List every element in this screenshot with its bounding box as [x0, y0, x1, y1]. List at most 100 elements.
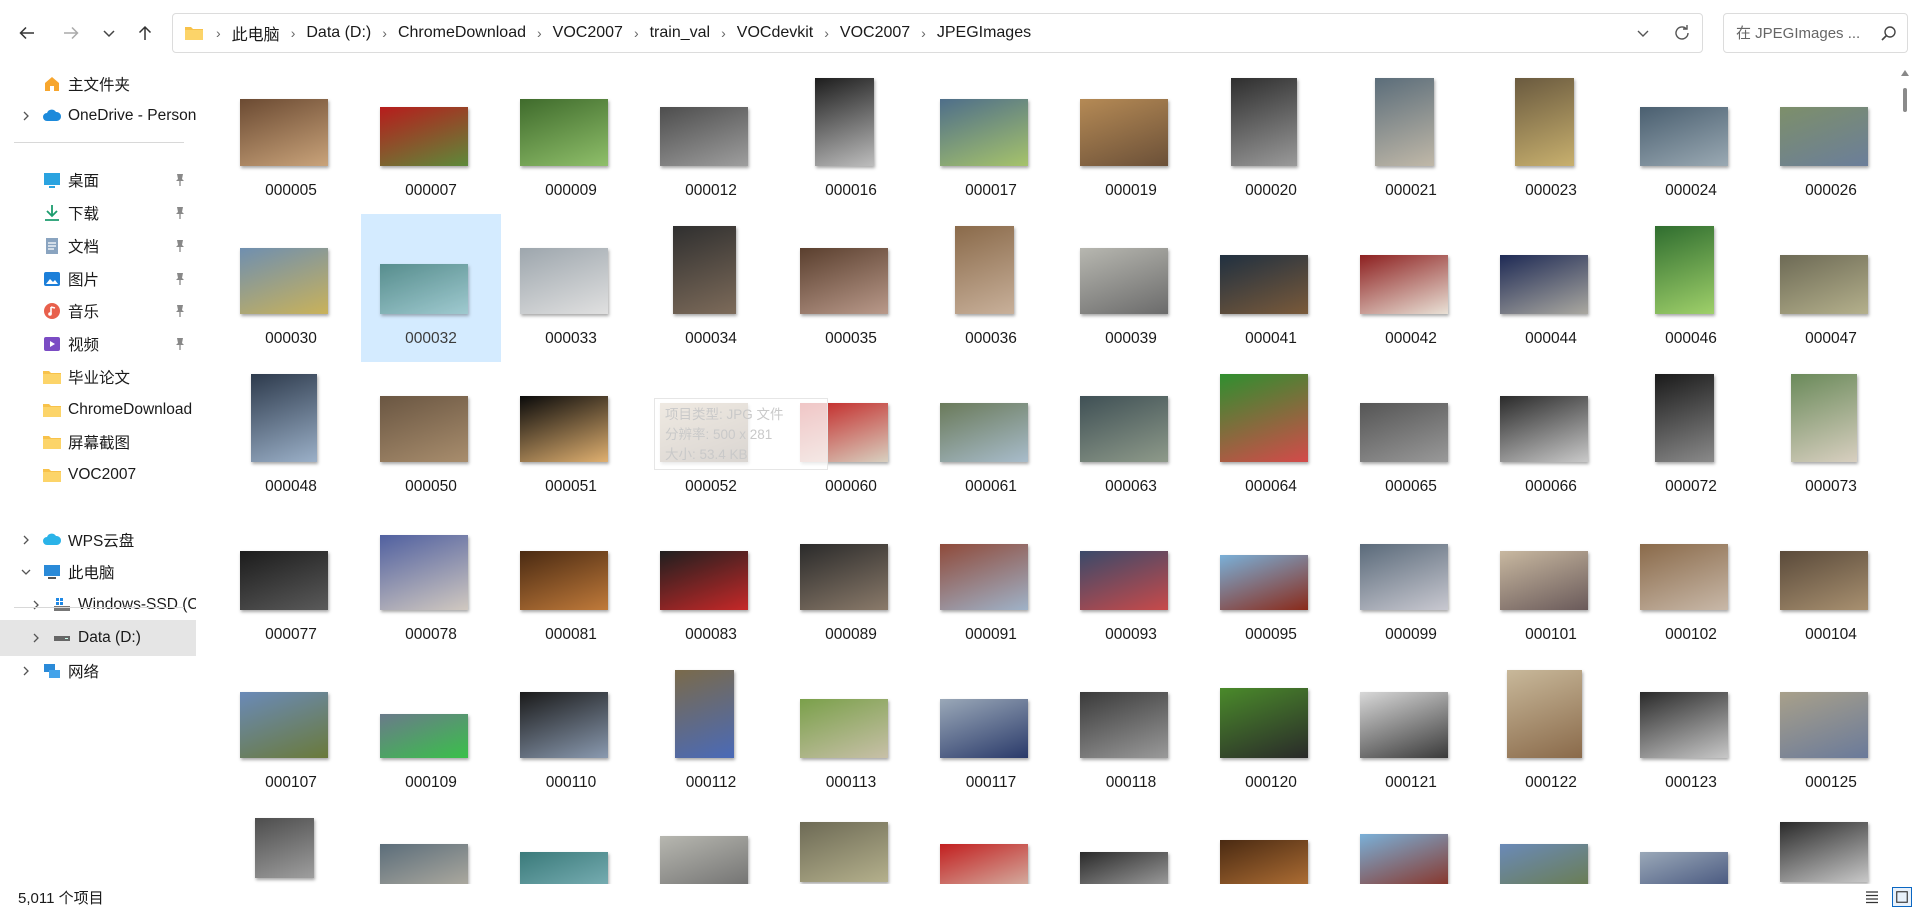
breadcrumb-separator-icon[interactable]: ›	[382, 25, 387, 41]
image-thumbnail[interactable]	[1500, 396, 1588, 462]
file-tile[interactable]: 000012	[641, 66, 781, 214]
image-thumbnail[interactable]	[940, 544, 1028, 610]
breadcrumb-item[interactable]: Data (D:)	[305, 22, 372, 44]
breadcrumb-item[interactable]: ChromeDownload	[397, 22, 527, 44]
file-tile[interactable]: 000099	[1341, 510, 1481, 658]
image-thumbnail[interactable]	[660, 836, 748, 884]
sidebar-item[interactable]: 文档	[0, 228, 196, 264]
image-thumbnail[interactable]	[1500, 255, 1588, 314]
file-tile[interactable]: 000110	[501, 658, 641, 806]
back-button[interactable]	[10, 16, 44, 50]
file-tile[interactable]: 000101	[1481, 510, 1621, 658]
file-tile[interactable]: 000048	[221, 362, 361, 510]
file-tile[interactable]: 000112	[641, 658, 781, 806]
image-thumbnail[interactable]	[380, 535, 468, 610]
sidebar-item[interactable]: 桌面	[0, 162, 196, 198]
file-tile[interactable]: 000083	[641, 510, 781, 658]
file-tile[interactable]: 000041	[1201, 214, 1341, 362]
image-thumbnail[interactable]	[520, 99, 608, 166]
search-box[interactable]	[1723, 13, 1908, 53]
image-thumbnail[interactable]	[240, 551, 328, 610]
file-tile[interactable]: 000120	[1201, 658, 1341, 806]
image-thumbnail[interactable]	[1507, 670, 1582, 758]
image-thumbnail[interactable]	[1640, 692, 1728, 758]
image-thumbnail[interactable]	[1360, 692, 1448, 758]
sidebar-item[interactable]: 音乐	[0, 293, 196, 329]
sidebar-item[interactable]: 毕业论文	[0, 359, 196, 395]
refresh-icon[interactable]	[1672, 23, 1692, 43]
file-tile[interactable]: 000032	[361, 214, 501, 362]
image-thumbnail[interactable]	[1780, 551, 1868, 610]
file-tile[interactable]: 000121	[1341, 658, 1481, 806]
image-thumbnail[interactable]	[1220, 840, 1308, 884]
image-thumbnail[interactable]	[380, 107, 468, 166]
file-tile[interactable]: 000009	[501, 66, 641, 214]
sidebar-item[interactable]: ChromeDownload	[0, 392, 196, 428]
image-thumbnail[interactable]	[380, 264, 468, 314]
file-tile[interactable]: 000093	[1061, 510, 1201, 658]
image-thumbnail[interactable]	[1080, 692, 1168, 758]
file-tile[interactable]: 000065	[1341, 362, 1481, 510]
sidebar-item[interactable]: 视频	[0, 326, 196, 362]
chevron-down-icon[interactable]	[20, 566, 32, 578]
image-thumbnail[interactable]	[1220, 374, 1308, 462]
file-tile[interactable]: 000113	[781, 658, 921, 806]
file-tile[interactable]: 000017	[921, 66, 1061, 214]
sidebar-item[interactable]: VOC2007	[0, 457, 196, 493]
up-button[interactable]	[128, 16, 162, 50]
image-thumbnail[interactable]	[940, 99, 1028, 166]
image-thumbnail[interactable]	[1780, 107, 1868, 166]
image-thumbnail[interactable]	[255, 818, 314, 878]
sidebar-item[interactable]: WPS云盘	[0, 522, 196, 558]
image-thumbnail[interactable]	[240, 99, 328, 166]
file-tile[interactable]: 000117	[921, 658, 1061, 806]
file-tile[interactable]: 000042	[1341, 214, 1481, 362]
file-tile[interactable]: 000063	[1061, 362, 1201, 510]
image-thumbnail[interactable]	[520, 551, 608, 610]
image-thumbnail[interactable]	[1360, 834, 1448, 884]
image-thumbnail[interactable]	[1080, 396, 1168, 462]
image-thumbnail[interactable]	[940, 699, 1028, 758]
search-input[interactable]	[1734, 23, 1878, 43]
image-thumbnail[interactable]	[1500, 844, 1588, 884]
sidebar-item[interactable]: 此电脑	[0, 554, 196, 590]
chevron-right-icon[interactable]	[20, 534, 32, 546]
breadcrumb-separator-icon[interactable]: ›	[216, 25, 221, 41]
breadcrumb-item[interactable]: VOC2007	[839, 22, 911, 44]
file-tile[interactable]: 000102	[1621, 510, 1761, 658]
image-thumbnail[interactable]	[380, 396, 468, 462]
scroll-up-icon[interactable]	[1901, 70, 1909, 76]
image-thumbnail[interactable]	[1780, 822, 1868, 882]
image-thumbnail[interactable]	[815, 78, 874, 166]
scrollbar-thumb[interactable]	[1903, 88, 1907, 112]
file-tile[interactable]: 000064	[1201, 362, 1341, 510]
vertical-scrollbar[interactable]	[1890, 66, 1920, 884]
image-thumbnail[interactable]	[520, 248, 608, 314]
image-thumbnail[interactable]	[1791, 374, 1857, 462]
file-tile[interactable]: 000023	[1481, 66, 1621, 214]
file-tile[interactable]: 000030	[221, 214, 361, 362]
image-thumbnail[interactable]	[1780, 255, 1868, 314]
image-thumbnail[interactable]	[1231, 78, 1297, 166]
image-thumbnail[interactable]	[1655, 226, 1714, 314]
image-thumbnail[interactable]	[1780, 692, 1868, 758]
chevron-right-icon[interactable]	[20, 110, 32, 122]
image-thumbnail[interactable]	[1640, 544, 1728, 610]
sidebar-item[interactable]: 网络	[0, 653, 196, 689]
sidebar-item[interactable]: 屏幕截图	[0, 424, 196, 460]
image-thumbnail[interactable]	[673, 226, 736, 314]
breadcrumb-separator-icon[interactable]: ›	[537, 25, 542, 41]
image-thumbnail[interactable]	[940, 403, 1028, 462]
file-tile[interactable]: 000046	[1621, 214, 1761, 362]
recent-locations-button[interactable]	[92, 16, 126, 50]
file-tile[interactable]: 000109	[361, 658, 501, 806]
breadcrumb-separator-icon[interactable]: ›	[291, 25, 296, 41]
file-tile[interactable]: 000095	[1201, 510, 1341, 658]
breadcrumb-separator-icon[interactable]: ›	[721, 25, 726, 41]
image-thumbnail[interactable]	[1655, 374, 1714, 462]
file-tile[interactable]: 000047	[1761, 214, 1890, 362]
image-thumbnail[interactable]	[1640, 852, 1728, 884]
file-tile[interactable]: 000007	[361, 66, 501, 214]
file-tile[interactable]: 000122	[1481, 658, 1621, 806]
image-thumbnail[interactable]	[520, 396, 608, 462]
